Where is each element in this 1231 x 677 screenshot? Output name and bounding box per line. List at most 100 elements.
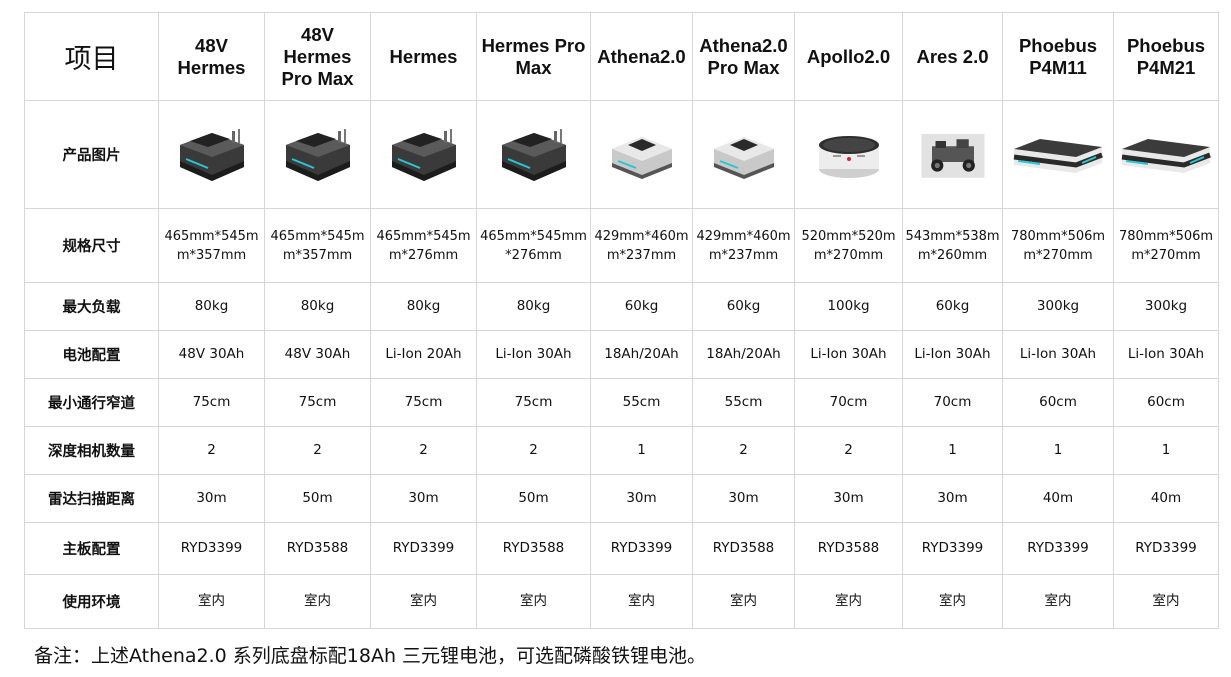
spec-value: RYD3399 [158, 522, 265, 575]
spec-value: 室内 [264, 574, 371, 629]
model-header: Ares 2.0 [902, 12, 1003, 101]
spec-value: 300kg [1002, 282, 1114, 331]
product-image-cell [158, 100, 265, 209]
spec-value: 80kg [264, 282, 371, 331]
spec-value: 465mm*545mm*357mm [264, 208, 371, 283]
spec-value: Li-Ion 30Ah [902, 330, 1003, 379]
spec-value: 室内 [370, 574, 477, 629]
spec-value: Li-Ion 30Ah [1113, 330, 1219, 379]
spec-value: 60cm [1002, 378, 1114, 427]
spec-row: 最小通行窄道 75cm 75cm 75cm 75cm 55cm 55cm 70cm 70cm 60… [24, 378, 1219, 427]
spec-value: 465mm*545mm*276mm [476, 208, 591, 283]
spec-value: 55cm [692, 378, 795, 427]
spec-value: RYD3399 [370, 522, 477, 575]
model-header: Athena2.0 Pro Max [692, 12, 795, 101]
spec-value: 2 [264, 426, 371, 475]
phoebus-robot-image [1118, 127, 1214, 183]
apollo-robot-image [809, 123, 889, 187]
spec-value: 75cm [476, 378, 591, 427]
spec-value: 30m [590, 474, 693, 523]
spec-value: 300kg [1113, 282, 1219, 331]
spec-value: 1 [902, 426, 1003, 475]
spec-value: 80kg [158, 282, 265, 331]
hermes-robot-image [494, 123, 574, 187]
product-image-cell [476, 100, 591, 209]
spec-value: 2 [692, 426, 795, 475]
spec-row: 主板配置 RYD3399 RYD3588 RYD3399 RYD3588 RYD3399 R… [24, 522, 1219, 575]
spec-value: Li-Ion 30Ah [794, 330, 903, 379]
spec-value: 1 [1113, 426, 1219, 475]
spec-value: 80kg [370, 282, 477, 331]
spec-value: 780mm*506mm*270mm [1113, 208, 1219, 283]
spec-value: 2 [794, 426, 903, 475]
model-header: Athena2.0 [590, 12, 693, 101]
spec-table: 项目 48V Hermes 48V Hermes Pro Max Hermes Her… [24, 12, 1219, 629]
spec-value: 30m [794, 474, 903, 523]
spec-row: 雷达扫描距离 30m 50m 30m 50m 30m 30m 30m 30m 40m 40m [24, 474, 1219, 523]
model-header: Phoebus P4M11 [1002, 12, 1114, 101]
spec-value: 2 [370, 426, 477, 475]
spec-value: 520mm*520mm*270mm [794, 208, 903, 283]
phoebus-robot-image [1010, 127, 1106, 183]
spec-value: 室内 [1113, 574, 1219, 629]
spec-value: RYD3588 [692, 522, 795, 575]
spec-value: 60kg [590, 282, 693, 331]
spec-row: 电池配置 48V 30Ah 48V 30Ah Li-Ion 20Ah Li-Ion 30… [24, 330, 1219, 379]
product-image-cell [370, 100, 477, 209]
product-image-cell [264, 100, 371, 209]
spec-value: 50m [476, 474, 591, 523]
spec-value: RYD3399 [1002, 522, 1114, 575]
footnote: 备注：上述Athena2.0 系列底盘标配18Ah 三元锂电池，可选配磷酸铁锂电… [34, 645, 707, 667]
spec-value: 室内 [476, 574, 591, 629]
row-label: 主板配置 [24, 522, 159, 575]
row-label: 最大负载 [24, 282, 159, 331]
spec-value: 75cm [158, 378, 265, 427]
spec-value: 60cm [1113, 378, 1219, 427]
spec-value: 80kg [476, 282, 591, 331]
spec-value: 48V 30Ah [158, 330, 265, 379]
spec-value: 2 [158, 426, 265, 475]
model-header: Apollo2.0 [794, 12, 903, 101]
spec-value: 18Ah/20Ah [692, 330, 795, 379]
spec-value: 100kg [794, 282, 903, 331]
spec-value: 75cm [370, 378, 477, 427]
product-image-cell [590, 100, 693, 209]
spec-value: RYD3588 [794, 522, 903, 575]
image-row: 产品图片 [24, 100, 1219, 209]
spec-value: 55cm [590, 378, 693, 427]
ares-robot-image [918, 127, 988, 183]
spec-value: 429mm*460mm*237mm [590, 208, 693, 283]
spec-row: 使用环境 室内 室内 室内 室内 室内 室内 室内 室内 室内 室内 [24, 574, 1219, 629]
spec-value: 30m [692, 474, 795, 523]
spec-value: 543mm*538mm*260mm [902, 208, 1003, 283]
hermes-robot-image [278, 123, 358, 187]
spec-value: 60kg [902, 282, 1003, 331]
spec-value: RYD3399 [1113, 522, 1219, 575]
spec-value: 2 [476, 426, 591, 475]
spec-value: 70cm [902, 378, 1003, 427]
spec-value: 室内 [692, 574, 795, 629]
product-image-cell [794, 100, 903, 209]
model-header: 48V Hermes [158, 12, 265, 101]
model-header: Hermes [370, 12, 477, 101]
spec-value: 48V 30Ah [264, 330, 371, 379]
spec-value: 40m [1113, 474, 1219, 523]
spec-value: 429mm*460mm*237mm [692, 208, 795, 283]
spec-value: 室内 [158, 574, 265, 629]
spec-value: 30m [158, 474, 265, 523]
spec-value: 75cm [264, 378, 371, 427]
spec-value: Li-Ion 30Ah [476, 330, 591, 379]
spec-value: RYD3588 [476, 522, 591, 575]
product-image-cell [1113, 100, 1219, 209]
spec-value: 40m [1002, 474, 1114, 523]
spec-value: 70cm [794, 378, 903, 427]
model-header: 48V Hermes Pro Max [264, 12, 371, 101]
product-image-cell [902, 100, 1003, 209]
spec-value: 室内 [1002, 574, 1114, 629]
spec-value: RYD3399 [902, 522, 1003, 575]
spec-value: 780mm*506mm*270mm [1002, 208, 1114, 283]
row-label: 电池配置 [24, 330, 159, 379]
spec-value: 60kg [692, 282, 795, 331]
spec-value: 室内 [794, 574, 903, 629]
row-label: 雷达扫描距离 [24, 474, 159, 523]
